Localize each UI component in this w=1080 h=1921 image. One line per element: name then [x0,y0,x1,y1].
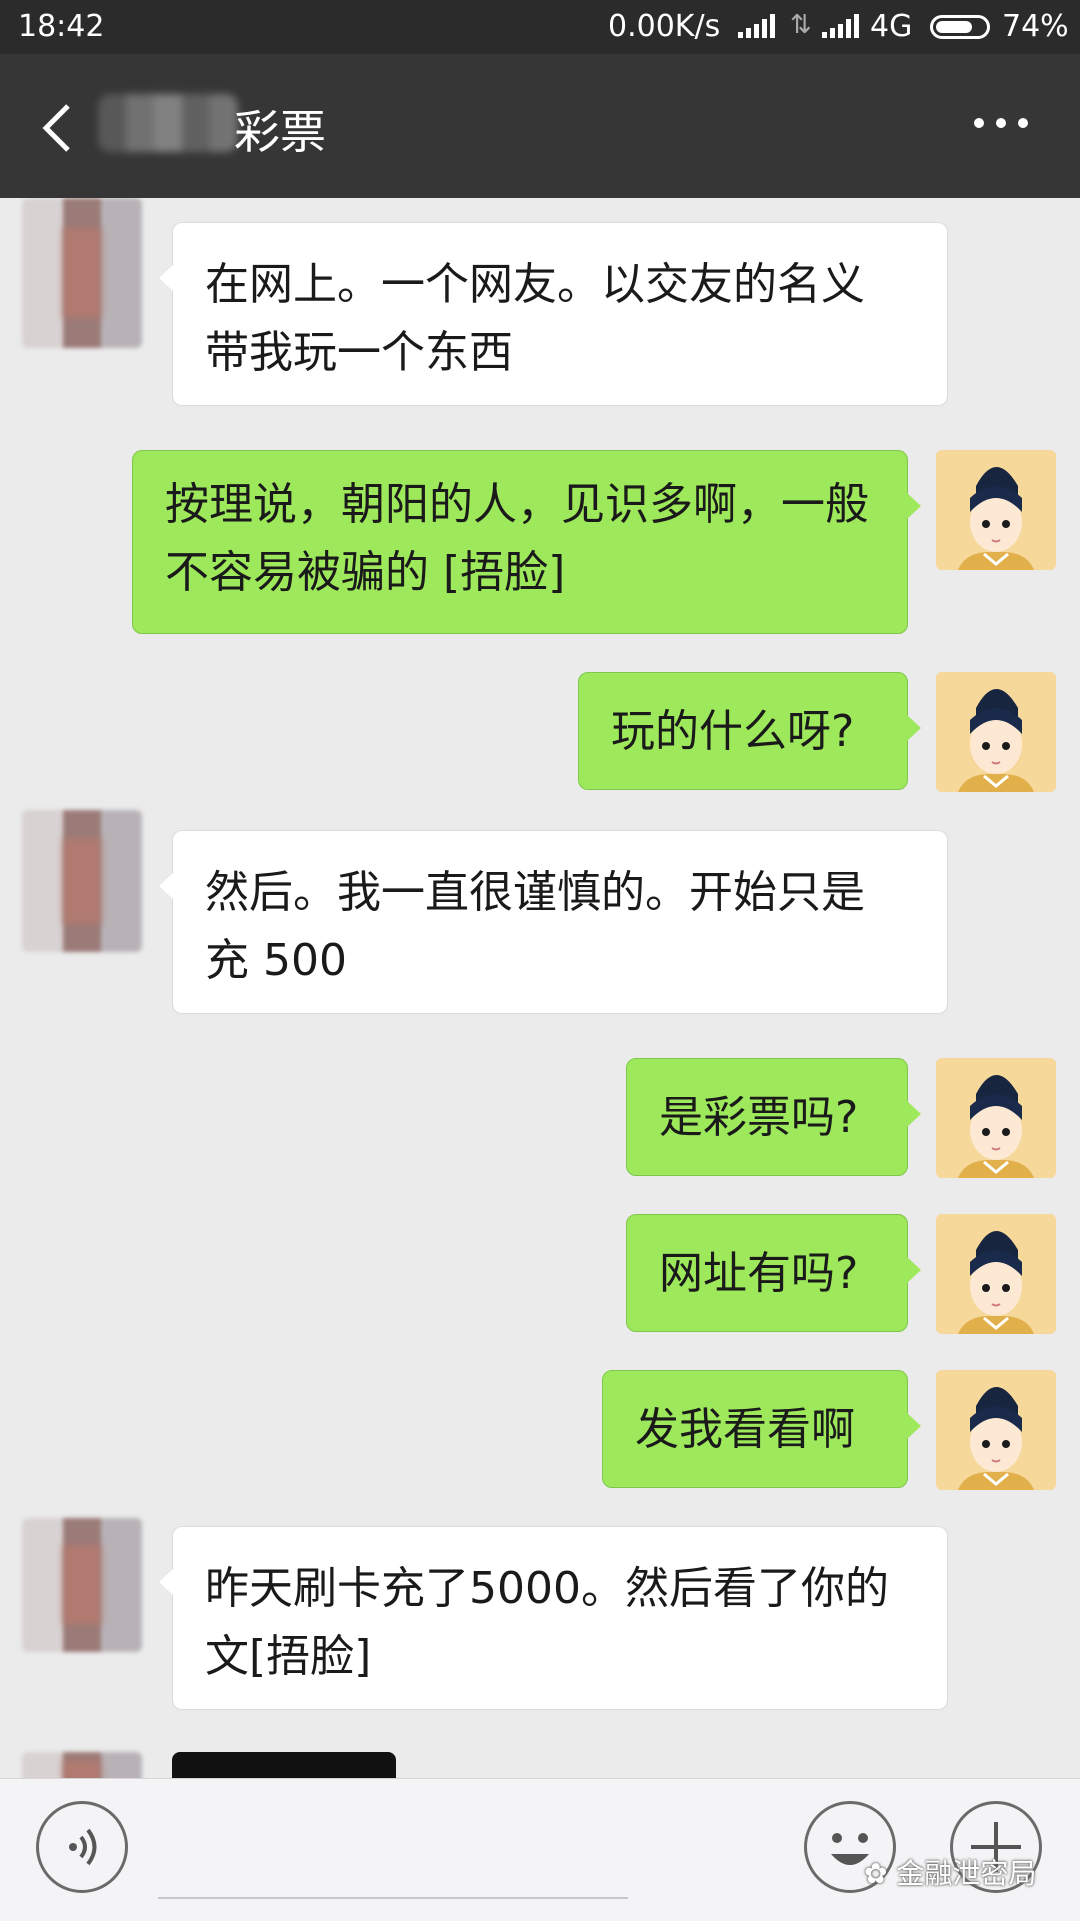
message-list[interactable]: 在网上。一个网友。以交友的名义 带我玩一个东西 按理说，朝阳的人，见识多啊，一般… [0,198,1080,1778]
watermark: ✿ 金融泄密局 [864,1852,1036,1892]
message-bubble-incoming[interactable]: 在网上。一个网友。以交友的名义 带我玩一个东西 [159,222,948,406]
message-line: 然后。我一直很谨慎的。开始只是 [205,867,865,918]
back-arrow-icon[interactable] [36,100,86,156]
my-avatar[interactable] [936,1058,1056,1178]
my-avatar[interactable] [936,1214,1056,1334]
message-line: 按理说，朝阳的人，见识多啊，一般 [165,479,869,530]
status-bar: 18:42 0.00K/s ⇅ 4G 74% [0,0,1080,54]
signal-icon [738,14,775,38]
data-transfer-icon: ⇅ [790,10,812,40]
my-avatar[interactable] [936,450,1056,570]
contact-avatar[interactable] [22,1752,142,1778]
message-line: 玩的什么呀? [611,706,855,757]
chat-input-bar [0,1778,1080,1921]
status-time: 18:42 [18,9,105,44]
message-line: 充 500 [205,935,347,986]
voice-icon [69,1828,97,1866]
cartoon-avatar-icon [936,1058,1056,1178]
battery-fill [936,21,972,33]
cartoon-avatar-icon [936,1214,1056,1334]
network-type: 4G [870,9,913,44]
battery-percent: 74% [1002,9,1069,44]
watermark-text: 金融泄密局 [896,1857,1037,1890]
my-avatar[interactable] [936,1370,1056,1490]
message-bubble-outgoing[interactable]: 网址有吗? [626,1214,921,1332]
message-line: 发我看看啊 [635,1404,855,1455]
contact-avatar[interactable] [22,198,142,348]
battery-icon [930,15,990,39]
message-line: 昨天刷卡充了5000。然后看了你的 [205,1563,889,1614]
contact-avatar[interactable] [22,1518,142,1652]
message-bubble-incoming[interactable]: 昨天刷卡充了5000。然后看了你的 文[捂脸] [159,1526,948,1710]
message-input[interactable] [158,1897,628,1899]
voice-input-button[interactable] [36,1801,128,1893]
cartoon-avatar-icon [936,672,1056,792]
message-line: 文[捂脸] [205,1631,372,1682]
contact-avatar[interactable] [22,810,142,952]
more-options-icon[interactable] [974,112,1030,132]
message-line: 不容易被骗的 [捂脸] [165,547,566,598]
message-bubble-incoming[interactable]: 然后。我一直很谨慎的。开始只是 充 500 [159,830,948,1014]
message-line: 在网上。一个网友。以交友的名义 [205,259,865,310]
message-line: 是彩票吗? [659,1092,859,1143]
network-speed: 0.00K/s [608,9,721,44]
message-line: 带我玩一个东西 [205,327,513,378]
message-bubble-outgoing[interactable]: 发我看看啊 [602,1370,921,1488]
chat-title: 彩票 [234,105,326,159]
message-bubble-outgoing[interactable]: 玩的什么呀? [578,672,921,790]
message-line: 网址有吗? [659,1248,859,1299]
chat-header: 彩票 [0,54,1080,198]
signal-icon-2 [822,14,859,38]
cartoon-avatar-icon [936,1370,1056,1490]
message-bubble-outgoing[interactable]: 是彩票吗? [626,1058,921,1176]
wechat-icon: ✿ [864,1857,888,1890]
image-message-thumbnail[interactable] [172,1752,396,1778]
cartoon-avatar-icon [936,450,1056,570]
my-avatar[interactable] [936,672,1056,792]
redacted-contact-name [98,94,238,152]
message-bubble-outgoing[interactable]: 按理说，朝阳的人，见识多啊，一般 不容易被骗的 [捂脸] [132,450,921,634]
